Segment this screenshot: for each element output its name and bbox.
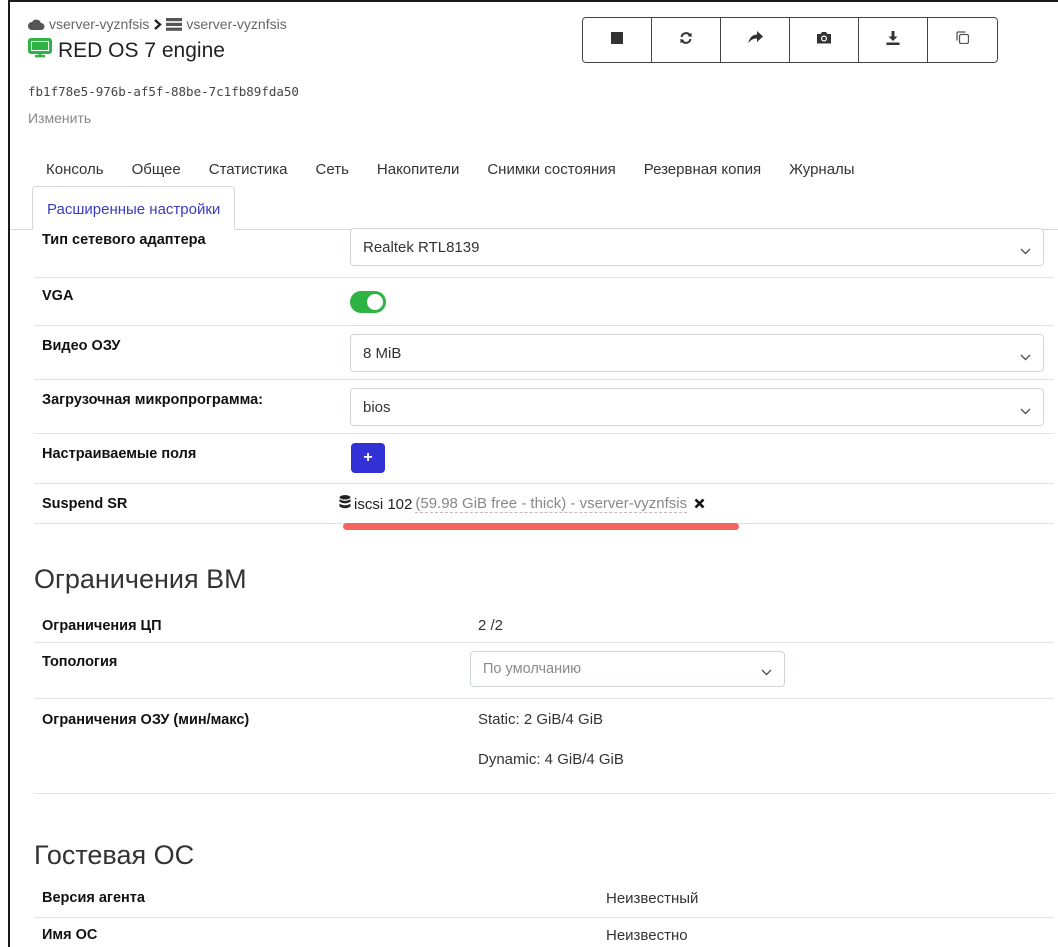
ram-limits-row: Ограничения ОЗУ (мин/макс) Static: 2 GiB…: [34, 699, 1054, 794]
topology-placeholder: По умолчанию: [483, 661, 582, 677]
annotation-underline: [343, 523, 739, 530]
guest-os-heading: Гостевая ОС: [34, 840, 195, 870]
firmware-row: Загрузочная микропрограмма: bios: [34, 380, 1054, 434]
video-ram-select[interactable]: 8 MiB: [350, 334, 1044, 372]
share-arrow-icon: [748, 31, 763, 49]
breadcrumb-pool-link[interactable]: vserver-vyznfsis: [49, 16, 149, 32]
video-ram-label: Видео ОЗУ: [42, 338, 121, 354]
ram-dynamic-value[interactable]: Dynamic: 4 GiB/4 GiB: [478, 751, 624, 768]
cloud-icon: [28, 19, 45, 30]
firmware-label: Загрузочная микропрограмма:: [42, 392, 263, 408]
download-icon: [886, 30, 900, 50]
nic-type-value: Realtek RTL8139: [363, 239, 480, 256]
copy-icon: [956, 31, 970, 49]
nic-type-label: Тип сетевого адаптера: [42, 232, 206, 248]
edit-link[interactable]: Изменить: [28, 110, 91, 126]
cpu-limits-row: Ограничения ЦП 2 /2: [34, 607, 1054, 643]
vm-uuid: fb1f78e5-976b-af5f-88be-7c1fb89fda50: [28, 84, 299, 99]
topology-select[interactable]: По умолчанию: [470, 651, 785, 687]
firmware-value: bios: [363, 399, 391, 416]
chevron-right-icon: [153, 18, 163, 30]
restart-button[interactable]: [652, 18, 721, 62]
tab-backup[interactable]: Резервная копия: [630, 157, 775, 186]
video-ram-value: 8 MiB: [363, 345, 402, 362]
stop-button[interactable]: [583, 18, 652, 62]
tab-console[interactable]: Консоль: [32, 157, 118, 186]
vm-limits-heading: Ограничения ВМ: [34, 564, 247, 594]
vm-tabs: Консоль Общее Статистика Сеть Накопители…: [32, 157, 869, 186]
cpu-limits-label: Ограничения ЦП: [42, 618, 162, 634]
export-button[interactable]: [859, 18, 928, 62]
nic-type-select[interactable]: Realtek RTL8139: [350, 228, 1044, 266]
os-name-label: Имя ОС: [42, 927, 98, 943]
suspend-sr-name[interactable]: iscsi 102: [354, 496, 412, 513]
suspend-sr-value: iscsi 102 (59.98 GiB free - thick) - vse…: [339, 495, 705, 513]
remove-icon[interactable]: [694, 496, 705, 513]
add-custom-field-button[interactable]: +: [351, 443, 385, 473]
tab-logs[interactable]: Журналы: [775, 157, 869, 186]
video-ram-row: Видео ОЗУ 8 MiB: [34, 326, 1054, 380]
custom-fields-row: Настраиваемые поля +: [34, 434, 1054, 484]
vm-name[interactable]: RED OS 7 engine: [58, 39, 225, 63]
chevron-down-icon: [1020, 242, 1031, 259]
tab-network[interactable]: Сеть: [302, 157, 363, 186]
topology-label: Топология: [42, 654, 118, 670]
os-name-row: Имя ОС Неизвестно: [34, 918, 1054, 947]
database-icon: [339, 495, 351, 513]
vga-label: VGA: [42, 288, 74, 304]
vga-toggle[interactable]: [350, 291, 386, 313]
topology-row: Топология По умолчанию: [34, 643, 1054, 699]
server-icon: [166, 17, 183, 31]
snapshot-button[interactable]: [790, 18, 859, 62]
vm-page: vserver-vyznfsis vserver-vyznfsis RED OS…: [8, 0, 1058, 947]
custom-fields-label: Настраиваемые поля: [42, 446, 197, 462]
camera-icon: [816, 31, 832, 49]
agent-version-row: Версия агента Неизвестный: [34, 882, 1054, 918]
chevron-down-icon: [1020, 402, 1031, 419]
agent-version-value: Неизвестный: [606, 890, 699, 907]
page-title: RED OS 7 engine: [28, 38, 225, 64]
ram-limits-label: Ограничения ОЗУ (мин/макс): [42, 712, 250, 728]
tab-advanced[interactable]: Расширенные настройки: [32, 186, 236, 230]
desktop-icon: [28, 38, 52, 64]
breadcrumb-host-link[interactable]: vserver-vyznfsis: [186, 16, 286, 32]
suspend-sr-row: Suspend SR iscsi 102 (59.98 GiB free - t…: [34, 484, 1054, 524]
suspend-sr-label: Suspend SR: [42, 496, 128, 512]
firmware-select[interactable]: bios: [350, 388, 1044, 426]
cpu-limits-value[interactable]: 2 /2: [478, 617, 503, 634]
tab-general[interactable]: Общее: [118, 157, 195, 186]
ram-static-value[interactable]: Static: 2 GiB/4 GiB: [478, 711, 603, 728]
chevron-down-icon: [1020, 348, 1031, 365]
breadcrumb: vserver-vyznfsis vserver-vyznfsis: [28, 16, 287, 32]
agent-version-label: Версия агента: [42, 890, 145, 906]
os-name-value: Неизвестно: [606, 927, 688, 944]
vm-actions-toolbar: [582, 17, 998, 63]
copy-button[interactable]: [928, 18, 997, 62]
tab-snapshots[interactable]: Снимки состояния: [473, 157, 629, 186]
vga-row: VGA: [34, 278, 1054, 326]
chevron-down-icon: [761, 664, 772, 680]
migrate-button[interactable]: [721, 18, 790, 62]
nic-type-row: Тип сетевого адаптера Realtek RTL8139: [34, 228, 1054, 278]
stop-icon: [611, 31, 623, 49]
restart-icon: [679, 31, 693, 50]
tab-stats[interactable]: Статистика: [195, 157, 302, 186]
tab-disks[interactable]: Накопители: [363, 157, 473, 186]
suspend-sr-detail[interactable]: (59.98 GiB free - thick) - vserver-vyznf…: [415, 495, 688, 513]
